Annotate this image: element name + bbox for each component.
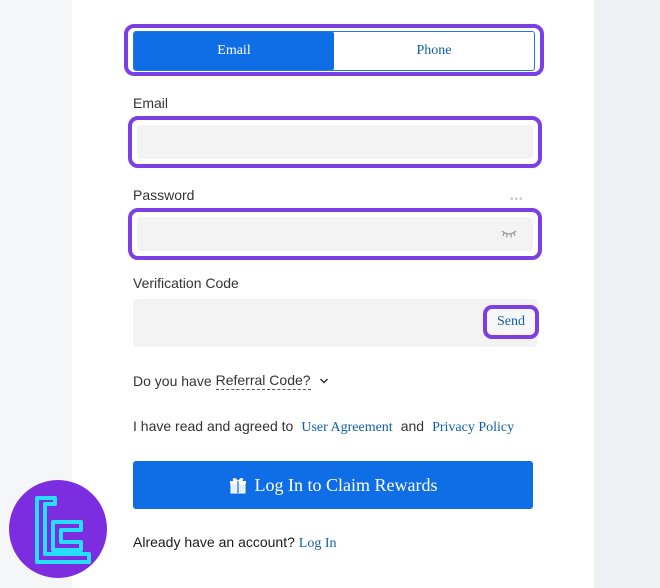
user-agreement-link[interactable]: User Agreement bbox=[301, 420, 392, 435]
referral-toggle[interactable]: Do you have Referral Code? bbox=[133, 372, 329, 390]
verification-code-field[interactable] bbox=[133, 299, 537, 347]
email-label: Email bbox=[133, 95, 169, 111]
agreement-text: I have read and agreed to User Agreement a… bbox=[133, 418, 514, 436]
login-prompt-text: Already have an account? bbox=[133, 534, 295, 550]
tab-email[interactable]: Email bbox=[134, 32, 334, 70]
email-field[interactable] bbox=[137, 125, 533, 159]
agreement-prefix: I have read and agreed to bbox=[133, 418, 294, 434]
more-dots-icon: ••• bbox=[510, 194, 524, 205]
referral-link[interactable]: Referral Code? bbox=[215, 372, 311, 390]
verification-code-label: Verification Code bbox=[133, 275, 239, 291]
password-field[interactable] bbox=[137, 217, 533, 251]
claim-rewards-button[interactable]: Log In to Claim Rewards bbox=[133, 461, 533, 509]
tab-phone[interactable]: Phone bbox=[334, 32, 534, 70]
send-button-label: Send bbox=[497, 314, 525, 329]
claim-rewards-label: Log In to Claim Rewards bbox=[254, 474, 438, 495]
login-prompt: Already have an account? Log In bbox=[133, 534, 337, 552]
privacy-policy-link[interactable]: Privacy Policy bbox=[432, 420, 514, 435]
logo-mark-icon bbox=[35, 496, 91, 564]
login-method-tabs: Email Phone bbox=[133, 31, 535, 71]
agreement-and: and bbox=[400, 418, 425, 434]
send-button[interactable]: Send bbox=[483, 305, 539, 339]
eye-closed-icon[interactable] bbox=[501, 229, 517, 239]
chevron-down-icon bbox=[319, 378, 328, 384]
gift-icon bbox=[229, 477, 246, 494]
login-link[interactable]: Log In bbox=[299, 536, 337, 551]
right-background bbox=[594, 0, 660, 588]
tradingfinder-logo bbox=[9, 480, 107, 578]
password-label: Password bbox=[133, 187, 195, 203]
referral-prefix: Do you have bbox=[133, 373, 212, 389]
